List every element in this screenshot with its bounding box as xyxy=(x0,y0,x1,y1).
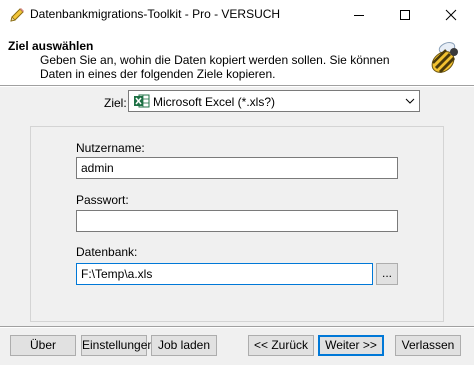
chevron-down-icon xyxy=(405,98,415,104)
window-title: Datenbankmigrations-Toolkit - Pro - VERS… xyxy=(30,7,281,21)
target-select-value: Microsoft Excel (*.xls?) xyxy=(153,95,276,109)
header-divider xyxy=(0,85,474,87)
username-input[interactable] xyxy=(76,157,398,179)
maximize-icon xyxy=(400,10,410,20)
target-select[interactable]: Microsoft Excel (*.xls?) xyxy=(128,90,420,112)
excel-icon xyxy=(134,94,150,108)
page-description: Geben Sie an, wohin die Daten kopiert we… xyxy=(40,53,390,81)
close-button[interactable] xyxy=(428,0,474,30)
bee-icon xyxy=(431,42,458,74)
pencil-icon xyxy=(10,8,24,22)
back-button[interactable]: << Zurück xyxy=(248,335,314,356)
settings-button[interactable]: Einstellungen xyxy=(81,335,154,356)
wizard-header: Ziel auswählen Geben Sie an, wohin die D… xyxy=(0,30,474,85)
footer-divider xyxy=(0,326,474,328)
target-label: Ziel: xyxy=(104,96,127,110)
database-label: Datenbank: xyxy=(76,245,138,259)
password-input[interactable] xyxy=(76,210,398,232)
about-button[interactable]: Über xyxy=(10,335,76,356)
username-label: Nutzername: xyxy=(76,141,145,155)
minimize-icon xyxy=(354,15,364,16)
database-input[interactable] xyxy=(76,263,373,285)
page-title: Ziel auswählen xyxy=(8,39,94,53)
maximize-button[interactable] xyxy=(382,0,428,30)
title-bar: Datenbankmigrations-Toolkit - Pro - VERS… xyxy=(0,0,474,30)
password-label: Passwort: xyxy=(76,193,129,207)
load-job-button[interactable]: Job laden xyxy=(151,335,217,356)
browse-button[interactable]: ... xyxy=(376,263,398,285)
exit-button[interactable]: Verlassen xyxy=(395,335,461,356)
close-icon xyxy=(445,9,457,21)
next-button[interactable]: Weiter >> xyxy=(318,335,384,356)
minimize-button[interactable] xyxy=(336,0,382,30)
